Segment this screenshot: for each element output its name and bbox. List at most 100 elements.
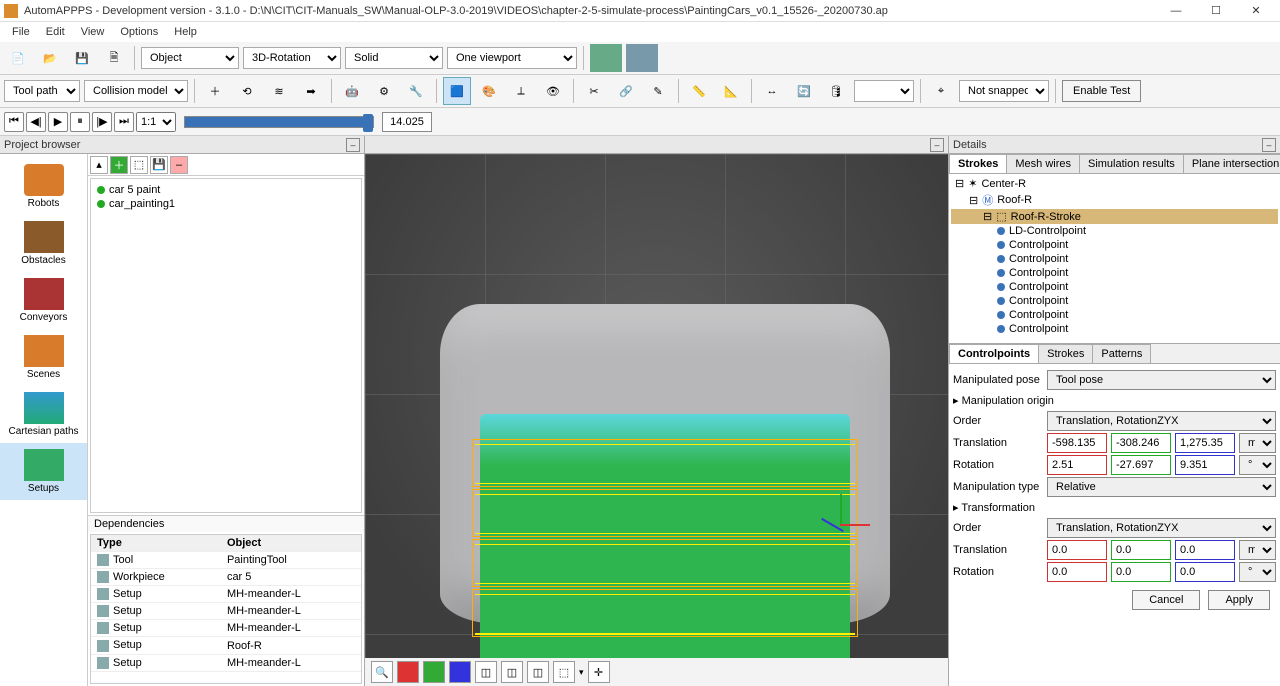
maximize-button[interactable]: ☐ <box>1196 0 1236 22</box>
close-button[interactable]: ✕ <box>1236 0 1276 22</box>
tab-strokes[interactable]: Strokes <box>949 154 1007 173</box>
table-row[interactable]: SetupMH-meander-L <box>91 654 361 671</box>
cat-conveyors[interactable]: Conveyors <box>0 272 87 329</box>
section-origin[interactable]: Manipulation origin <box>953 392 1276 409</box>
subtab-patterns[interactable]: Patterns <box>1092 344 1151 363</box>
manip-pose-select[interactable]: Tool pose <box>1047 370 1276 390</box>
skip-start-icon[interactable]: ⏮ <box>4 112 24 132</box>
pause-icon[interactable]: ⏸ <box>70 112 90 132</box>
robot-icon-1[interactable]: 🤖 <box>338 77 366 105</box>
r2y-field[interactable] <box>1111 562 1171 582</box>
rot-unit-2[interactable]: ° <box>1239 562 1276 582</box>
cursor-icon[interactable]: ✛ <box>588 661 610 683</box>
tree-item[interactable]: car_painting1 <box>95 197 357 211</box>
spray-icon[interactable]: 🎨 <box>475 77 503 105</box>
thumbnail-2-icon[interactable] <box>626 44 658 72</box>
view-iso3-icon[interactable]: ◫ <box>527 661 549 683</box>
tz-field[interactable] <box>1175 433 1235 453</box>
snap-select[interactable]: Not snapped <box>959 80 1049 102</box>
save-proj-icon[interactable]: 💾 <box>150 156 168 174</box>
link-icon[interactable]: 🔗 <box>612 77 640 105</box>
table-row[interactable]: SetupMH-meander-L <box>91 603 361 620</box>
table-row[interactable]: Workpiececar 5 <box>91 569 361 586</box>
rx-field[interactable] <box>1047 455 1107 475</box>
details-collapse-icon[interactable]: – <box>1262 138 1276 152</box>
menu-view[interactable]: View <box>73 24 113 40</box>
step-back-icon[interactable]: ◀| <box>26 112 46 132</box>
tx-field[interactable] <box>1047 433 1107 453</box>
enable-test-button[interactable]: Enable Test <box>1062 80 1141 102</box>
step-fwd-icon[interactable]: |▶ <box>92 112 112 132</box>
r2z-field[interactable] <box>1175 562 1235 582</box>
cat-scenes[interactable]: Scenes <box>0 329 87 386</box>
ry-field[interactable] <box>1111 455 1171 475</box>
tree-controlpoint[interactable]: Controlpoint <box>951 308 1278 322</box>
measure-icon[interactable]: 📏 <box>685 77 713 105</box>
view-front-icon[interactable] <box>449 661 471 683</box>
section-transform[interactable]: Transformation <box>953 499 1276 516</box>
thumbnail-1-icon[interactable] <box>590 44 622 72</box>
minimize-button[interactable]: — <box>1156 0 1196 22</box>
table-row[interactable]: ToolPaintingTool <box>91 552 361 569</box>
t2x-field[interactable] <box>1047 540 1107 560</box>
dependencies-table[interactable]: TypeObject ToolPaintingToolWorkpiececar … <box>90 534 362 684</box>
view-cube-icon[interactable]: ⬚ <box>553 661 575 683</box>
cylinder-icon[interactable]: 🛢 <box>822 77 850 105</box>
viewport-select[interactable]: One viewport <box>447 47 577 69</box>
reload-icon[interactable]: 🔄 <box>790 77 818 105</box>
subtab-strokes[interactable]: Strokes <box>1038 344 1093 363</box>
t2y-field[interactable] <box>1111 540 1171 560</box>
tree-controlpoint[interactable]: Controlpoint <box>951 238 1278 252</box>
cat-robots[interactable]: Robots <box>0 158 87 215</box>
manip-type-select[interactable]: Relative <box>1047 477 1276 497</box>
path-icon-2[interactable]: ⟲ <box>233 77 261 105</box>
strokes-tree[interactable]: ⊟✶Center-R ⊟ⓂRoof-R ⊟⬚Roof-R-Stroke LD-C… <box>949 174 1280 344</box>
tab-plane[interactable]: Plane intersection <box>1183 154 1280 173</box>
eye-icon[interactable]: 👁 <box>539 77 567 105</box>
sync-icon[interactable]: ↔ <box>758 77 786 105</box>
robot-icon-2[interactable]: ⚙ <box>370 77 398 105</box>
trans-unit-2[interactable]: mm <box>1239 540 1276 560</box>
table-row[interactable]: SetupMH-meander-L <box>91 586 361 603</box>
delete-icon[interactable]: – <box>170 156 188 174</box>
tool-icon-1[interactable]: ⟂ <box>507 77 535 105</box>
apply-button[interactable]: Apply <box>1208 590 1270 610</box>
cat-setups[interactable]: Setups <box>0 443 87 500</box>
paint-icon-active[interactable]: 🟦 <box>443 77 471 105</box>
save-icon[interactable]: 💾 <box>68 44 96 72</box>
object-select[interactable]: Object <box>141 47 239 69</box>
subtab-controlpoints[interactable]: Controlpoints <box>949 344 1039 363</box>
table-row[interactable]: SetupMH-meander-L <box>91 620 361 637</box>
copy-icon[interactable]: ⬚ <box>130 156 148 174</box>
menu-file[interactable]: File <box>4 24 38 40</box>
collision-select[interactable]: Collision model <box>84 80 188 102</box>
edit-icon[interactable]: ✎ <box>644 77 672 105</box>
tree-controlpoint[interactable]: Controlpoint <box>951 322 1278 336</box>
play-icon[interactable]: ▶ <box>48 112 68 132</box>
open-icon[interactable]: 📂 <box>36 44 64 72</box>
cat-obstacles[interactable]: Obstacles <box>0 215 87 272</box>
view-iso1-icon[interactable]: ◫ <box>475 661 497 683</box>
view-iso2-icon[interactable]: ◫ <box>501 661 523 683</box>
empty-select[interactable] <box>854 80 914 102</box>
new-icon[interactable]: 📄 <box>4 44 32 72</box>
viewport-scene[interactable] <box>365 154 948 658</box>
robot-icon-3[interactable]: 🔧 <box>402 77 430 105</box>
add-icon[interactable]: ＋ <box>110 156 128 174</box>
trans-unit[interactable]: mm <box>1239 433 1276 453</box>
cat-cartesian[interactable]: Cartesian paths <box>0 386 87 443</box>
export-icon[interactable]: ➡ <box>297 77 325 105</box>
cut-icon[interactable]: ✂ <box>580 77 608 105</box>
tree-controlpoint[interactable]: Controlpoint <box>951 294 1278 308</box>
tree-controlpoint[interactable]: Controlpoint <box>951 266 1278 280</box>
shading-select[interactable]: Solid <box>345 47 443 69</box>
pane-collapse-icon[interactable]: – <box>346 138 360 152</box>
table-row[interactable]: SetupRoof-R <box>91 637 361 654</box>
path-icon-1[interactable]: ＋ <box>201 77 229 105</box>
zoom-icon[interactable]: 🔍 <box>371 661 393 683</box>
tree-item[interactable]: car 5 paint <box>95 183 357 197</box>
r2x-field[interactable] <box>1047 562 1107 582</box>
save-as-icon[interactable]: 🗎 <box>100 44 128 72</box>
view-right-icon[interactable] <box>397 661 419 683</box>
tab-mesh[interactable]: Mesh wires <box>1006 154 1080 173</box>
